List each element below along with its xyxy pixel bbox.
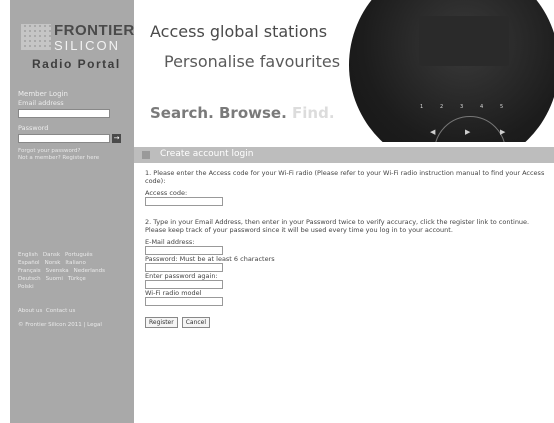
lang-espanol[interactable]: Español	[18, 259, 40, 267]
password-requirement-label: Password: Must be at least 6 characters	[145, 255, 275, 263]
lang-norsk[interactable]: Norsk	[45, 259, 61, 267]
lang-italiano[interactable]: Italiano	[65, 259, 85, 267]
forgot-password-link[interactable]: Forgot your password?	[18, 148, 128, 154]
preset-button-2: 2	[440, 104, 444, 110]
banner-line-personalise: Personalise favourites	[164, 52, 341, 71]
create-account-panel: Create account login 1. Please enter the…	[134, 147, 554, 423]
preset-button-3: 3	[460, 104, 464, 110]
password-again-label: Enter password again:	[145, 272, 218, 280]
lang-polski[interactable]: Polski	[18, 283, 34, 291]
copyright: © Frontier Silicon 2011 | Legal	[18, 322, 102, 328]
lang-francais[interactable]: Français	[18, 267, 41, 275]
banner-line-access: Access global stations	[150, 22, 328, 41]
login-go-button[interactable]: →	[112, 134, 121, 143]
banner-line-search: Search. Browse. Find.	[150, 104, 335, 122]
member-login-heading: Member Login	[18, 90, 68, 98]
step1-text: 1. Please enter the Access code for your…	[145, 169, 545, 185]
lang-turkce[interactable]: Türkçe	[68, 275, 86, 283]
email-input[interactable]	[18, 109, 110, 118]
member-login: Member Login Email address Password → Fo…	[18, 90, 128, 161]
radio-model-input[interactable]	[145, 297, 223, 306]
lang-svenska[interactable]: Svenska	[46, 267, 69, 275]
radio-model-label: Wi-Fi radio model	[145, 289, 202, 297]
lang-dansk[interactable]: Dansk	[43, 251, 60, 259]
banner-search-browse: Search. Browse.	[150, 104, 287, 122]
banner: 1 2 3 4 5 ◀ ▶ ▶ Access global stations P…	[134, 0, 554, 142]
email-address-label: E-Mail address:	[145, 238, 195, 246]
form-buttons: Register Cancel	[145, 317, 554, 328]
email-label: Email address	[18, 99, 64, 107]
panel-title: Create account login	[160, 149, 254, 159]
panel-content: 1. Please enter the Access code for your…	[134, 163, 554, 328]
lang-suomi[interactable]: Suomi	[46, 275, 63, 283]
register-link[interactable]: Not a member? Register here	[18, 155, 128, 161]
footer-links: About us Contact us	[18, 308, 75, 314]
password-field[interactable]	[145, 263, 223, 272]
password-row: →	[18, 134, 128, 143]
about-us-link[interactable]: About us	[18, 308, 42, 314]
logo: FRONTIER SILICON Radio Portal	[10, 10, 134, 90]
logo-grid-icon	[21, 24, 51, 50]
preset-button-5: 5	[500, 104, 504, 110]
logo-text-frontier: FRONTIER	[54, 22, 135, 39]
preset-button-4: 4	[480, 104, 484, 110]
panel-square-icon	[142, 151, 150, 159]
logo-text-silicon: SILICON	[54, 38, 121, 53]
lang-portugues[interactable]: Português	[65, 251, 93, 259]
password-label: Password	[18, 124, 49, 132]
preset-button-1: 1	[420, 104, 424, 110]
email-address-input[interactable]	[145, 246, 223, 255]
arrow-right-icon: ▶	[500, 128, 506, 136]
banner-find: Find.	[292, 104, 335, 122]
arrow-left-icon: ◀	[430, 128, 436, 136]
lang-english[interactable]: English	[18, 251, 38, 259]
password-note: Please keep track of your password since…	[145, 226, 453, 234]
register-button[interactable]: Register	[145, 317, 178, 328]
contact-us-link[interactable]: Contact us	[46, 308, 76, 314]
logo-text-radio-portal: Radio Portal	[32, 57, 121, 71]
lang-nederlands[interactable]: Nederlands	[74, 267, 105, 275]
radio-screen	[419, 16, 509, 66]
cancel-button[interactable]: Cancel	[181, 317, 211, 328]
step2-text: 2. Type in your Email Address, then ente…	[145, 218, 530, 226]
panel-header: Create account login	[134, 147, 554, 163]
password-input[interactable]	[18, 134, 110, 143]
access-code-label: Access code:	[145, 189, 188, 197]
access-code-input[interactable]	[145, 197, 223, 206]
password-again-field[interactable]	[145, 280, 223, 289]
language-list: English Dansk Português Español Norsk Italia…	[18, 251, 130, 291]
play-pause-icon: ▶	[465, 128, 471, 136]
lang-deutsch[interactable]: Deutsch	[18, 275, 41, 283]
